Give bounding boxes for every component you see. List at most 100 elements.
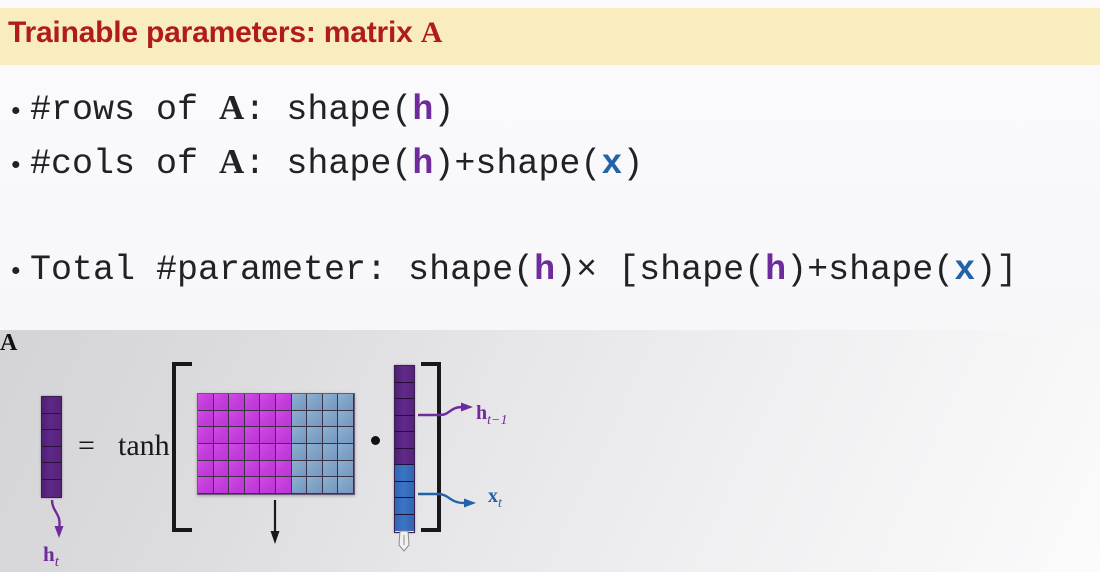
matrix-cell [260, 427, 276, 444]
vector-cell [395, 415, 414, 432]
matrix-cell [307, 460, 323, 478]
tanh-label: tanh [118, 429, 170, 462]
vector-cell [395, 465, 414, 482]
slide-canvas: Trainable parameters: matrix A • #rows o… [0, 0, 1100, 572]
dot-operator-icon [371, 436, 380, 445]
matrix-cell [198, 394, 214, 411]
label-h-t-minus-1: ht−1 [476, 402, 507, 429]
matrix-cell [276, 410, 292, 428]
matrix-cell [198, 410, 214, 428]
h-t-arrow [50, 499, 64, 538]
matrix-cell [322, 460, 339, 478]
matrix-cell [338, 410, 354, 428]
matrix-cell [291, 427, 308, 444]
vector-cell [42, 446, 61, 463]
title-matrix-symbol: A [420, 16, 443, 49]
matrix-cell [338, 460, 354, 478]
vector-cell [395, 399, 414, 416]
bullet-1-seg-1: #rows of [30, 90, 220, 130]
matrix-cell [244, 427, 261, 444]
matrix-cell [260, 394, 276, 411]
bullet-3-seg-2: )× [shape( [555, 250, 766, 290]
bullet-3-var-x: x [954, 250, 976, 290]
matrix-a-grid [197, 393, 355, 495]
vector-cell [42, 397, 61, 414]
bullet-1-seg-2: : shape( [244, 90, 413, 130]
bullet-2-var-x: x [601, 144, 623, 184]
bullet-text-cols: #cols of A: shape(h)+shape(x) [30, 142, 643, 184]
page-title: Trainable parameters: matrix A [8, 16, 442, 50]
bullet-2-seg-2: : shape( [244, 144, 413, 184]
bullet-1-var-h: h [412, 90, 434, 130]
bullet-1-var-A: A [219, 88, 245, 127]
bullet-2-seg-3: )+shape( [433, 144, 602, 184]
matrix-cell [291, 394, 308, 411]
label-x-t: xt [488, 485, 502, 512]
matrix-cell [322, 394, 339, 411]
matrix-cell [291, 410, 308, 428]
matrix-cell [291, 443, 308, 461]
bullet-3-var-h2: h [765, 250, 787, 290]
bullet-marker: • [8, 257, 24, 287]
matrix-cell [338, 443, 354, 461]
vector-cell [395, 514, 414, 531]
bullet-3-seg-3: )+shape( [786, 250, 955, 290]
matrix-a-arrow [270, 500, 280, 544]
matrix-cell [276, 460, 292, 478]
matrix-cell [338, 427, 354, 444]
bullet-2-seg-1: #cols of [30, 144, 220, 184]
label-x-t-sub: t [498, 496, 502, 511]
matrix-cell [291, 460, 308, 478]
matrix-cell [260, 460, 276, 478]
label-matrix-a: A [0, 330, 18, 356]
matrix-cell [213, 460, 230, 478]
vector-cell [395, 366, 414, 383]
bullet-1-seg-3: ) [433, 90, 455, 130]
matrix-cell [229, 477, 245, 494]
matrix-cell [307, 410, 323, 428]
vector-cell [395, 481, 414, 498]
bullet-2-var-h: h [412, 144, 434, 184]
matrix-cell [198, 477, 214, 494]
bullet-marker: • [8, 151, 24, 181]
vector-cell [42, 463, 61, 480]
matrix-cell [307, 394, 323, 411]
matrix-cell [198, 460, 214, 478]
matrix-cell [307, 477, 323, 494]
label-h-t-sub: t [54, 554, 59, 571]
matrix-cell [291, 477, 308, 494]
vector-cell [395, 498, 414, 515]
vector-cell [395, 432, 414, 449]
matrix-cell [213, 394, 230, 411]
matrix-cell [198, 443, 214, 461]
equals-sign: = [78, 429, 95, 462]
input-vector-concat [394, 365, 415, 533]
matrix-cell [198, 427, 214, 444]
vector-cell [42, 479, 61, 496]
label-h-prev-sub: t−1 [487, 413, 508, 428]
bullet-item-total: • Total #parameter: shape(h)× [shape(h)+… [8, 250, 1017, 290]
matrix-cell [338, 477, 354, 494]
matrix-cell [213, 427, 230, 444]
matrix-cell [244, 443, 261, 461]
title-prefix: Trainable parameters: matrix [8, 16, 421, 49]
vector-cell [395, 382, 414, 399]
matrix-cell [213, 477, 230, 494]
matrix-cell [276, 443, 292, 461]
matrix-cell [276, 394, 292, 411]
matrix-cell [229, 394, 245, 411]
label-x-t-var: x [488, 485, 498, 507]
matrix-cell [244, 410, 261, 428]
matrix-cell [229, 410, 245, 428]
matrix-cell [244, 394, 261, 411]
matrix-cell [213, 410, 230, 428]
pen-cursor-icon [398, 530, 410, 552]
bullet-3-var-h1: h [534, 250, 556, 290]
bullet-text-total: Total #parameter: shape(h)× [shape(h)+sh… [30, 250, 1017, 290]
matrix-cell [322, 443, 339, 461]
vector-cell [42, 430, 61, 447]
bullet-2-var-A: A [219, 142, 245, 181]
label-h-t: ht [43, 542, 59, 571]
label-h-t-var: h [43, 542, 55, 566]
matrix-cell [322, 427, 339, 444]
